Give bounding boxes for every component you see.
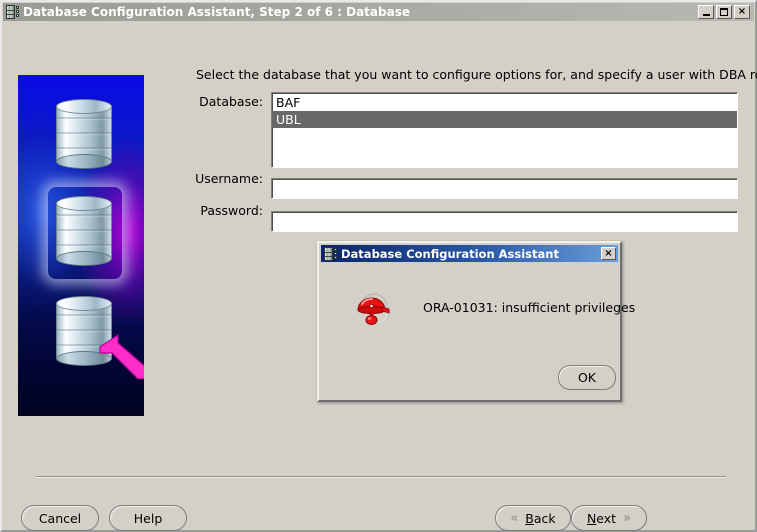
minimize-button[interactable] (698, 5, 714, 19)
database-cylinder-middle (56, 196, 112, 266)
username-label: Username: (195, 171, 263, 186)
ok-button-label: OK (577, 370, 597, 385)
database-icon (6, 5, 20, 19)
next-button[interactable]: Next » (571, 505, 647, 531)
cancel-button[interactable]: Cancel (21, 505, 99, 531)
password-field[interactable] (271, 211, 738, 232)
close-button[interactable]: × (734, 5, 750, 19)
page-instruction: Select the database that you want to con… (196, 67, 757, 82)
list-item[interactable]: BAF (272, 94, 737, 111)
username-field[interactable] (271, 178, 738, 199)
database-cylinder-top (56, 99, 112, 169)
application-window: Database Configuration Assistant, Step 2… (0, 0, 757, 532)
database-listbox[interactable]: BAF UBL (271, 92, 738, 168)
back-button-label: Back (525, 510, 556, 526)
pointer-arrow-icon (99, 333, 144, 379)
window-title: Database Configuration Assistant, Step 2… (23, 5, 410, 19)
ok-button[interactable]: OK (558, 365, 616, 390)
button-bar-separator (36, 476, 726, 477)
close-icon: × (737, 6, 747, 17)
list-item[interactable]: UBL (272, 111, 737, 128)
close-icon: × (604, 247, 613, 259)
error-message: ORA-01031: insufficient privileges (423, 300, 636, 315)
maximize-button[interactable] (716, 5, 732, 19)
error-dialog: Database Configuration Assistant × ORA-0… (317, 241, 635, 402)
dialog-title-bar[interactable]: Database Configuration Assistant × (321, 245, 618, 262)
database-label: Database: (199, 94, 263, 109)
cancel-button-label: Cancel (38, 510, 82, 526)
help-button-label: Help (133, 510, 163, 526)
help-button[interactable]: Help (109, 505, 187, 531)
database-icon (324, 246, 338, 261)
chevron-right-icon: » (623, 510, 632, 526)
back-button[interactable]: « Back (495, 505, 571, 531)
chevron-left-icon: « (510, 510, 519, 526)
database-stack-graphic (18, 75, 144, 416)
password-input[interactable] (272, 213, 737, 232)
client-area: Select the database that you want to con… (3, 21, 757, 531)
dialog-title: Database Configuration Assistant (341, 246, 559, 261)
window-controls: × (698, 5, 752, 19)
window-title-bar[interactable]: Database Configuration Assistant, Step 2… (3, 3, 754, 21)
alarm-bell-icon (357, 293, 391, 325)
username-input[interactable] (272, 180, 737, 199)
dialog-close-button[interactable]: × (601, 247, 616, 260)
next-button-label: Next (586, 510, 617, 526)
password-label: Password: (200, 203, 263, 218)
